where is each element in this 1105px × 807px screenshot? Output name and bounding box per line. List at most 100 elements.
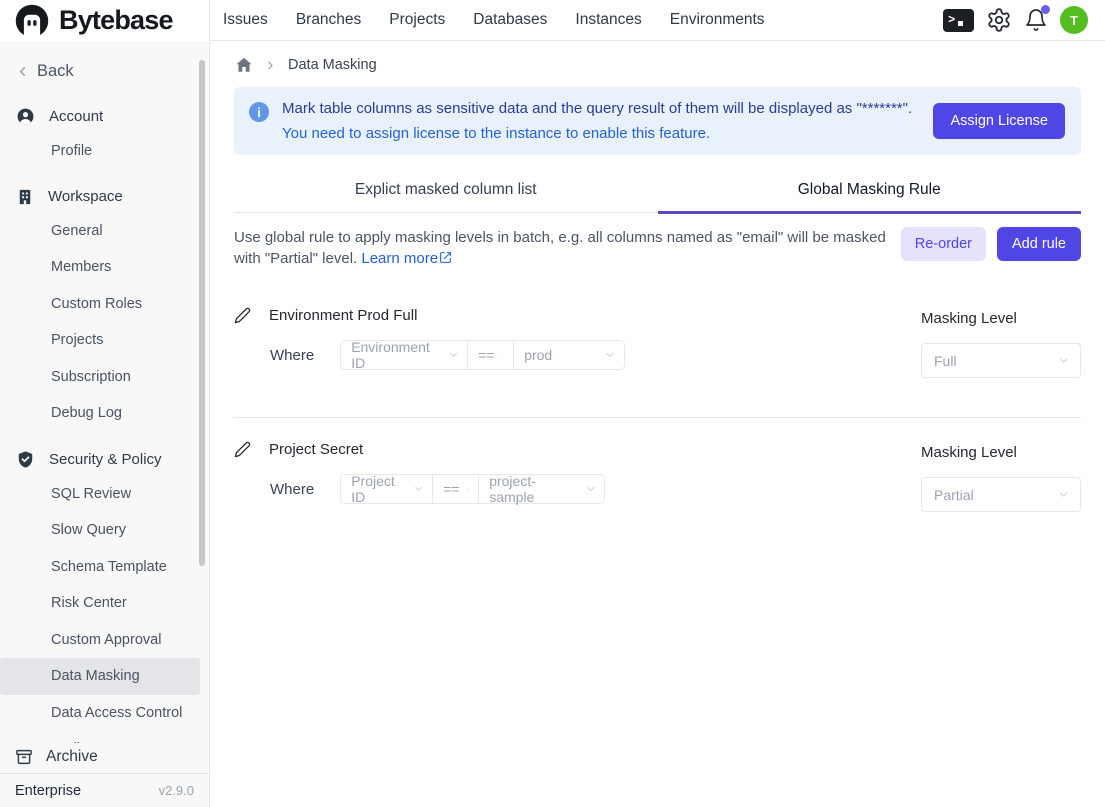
nav-databases[interactable]: Databases: [473, 11, 547, 29]
home-icon[interactable]: [235, 56, 253, 74]
avatar[interactable]: T: [1060, 6, 1088, 34]
sidebar-nav: Account Profile Workspace General Member…: [0, 87, 209, 743]
sidebar-section-security-policy: Security & Policy: [0, 443, 209, 476]
chevron-down-icon: [466, 483, 471, 495]
top-nav-links: Issues Branches Projects Databases Insta…: [223, 11, 765, 29]
reorder-button[interactable]: Re-order: [901, 227, 986, 261]
condition-group: Environment ID == prod: [340, 340, 625, 370]
masking-level-label: Masking Level: [921, 307, 1081, 327]
masking-level-label: Masking Level: [921, 441, 1081, 461]
page-content: Data Masking i Mark table columns as sen…: [210, 41, 1105, 807]
sidebar: Bytebase Back Account Profile Workspace: [0, 0, 210, 807]
sidebar-item-sql-review[interactable]: SQL Review: [0, 476, 200, 513]
condition-value-select[interactable]: prod: [513, 340, 625, 370]
back-label: Back: [37, 62, 74, 81]
sidebar-item-archive[interactable]: Archive: [0, 743, 209, 773]
nav-issues[interactable]: Issues: [223, 11, 268, 29]
learn-more-link[interactable]: Learn more: [361, 250, 452, 267]
nav-environments[interactable]: Environments: [670, 11, 765, 29]
masking-level-select[interactable]: Full: [921, 343, 1081, 378]
chevron-down-icon: [448, 349, 459, 361]
nav-instances[interactable]: Instances: [575, 11, 641, 29]
condition-operator-select[interactable]: ==: [467, 340, 514, 370]
chevron-down-icon: [604, 349, 616, 361]
pencil-icon[interactable]: [234, 441, 251, 458]
sidebar-item-audit-log[interactable]: Audit Log: [0, 731, 200, 743]
tab-global-masking-rule[interactable]: Global Masking Rule: [658, 169, 1082, 212]
rule-left: Project Secret Where Project ID ==: [234, 441, 605, 512]
section-label: Workspace: [48, 188, 123, 205]
chevron-left-icon: [15, 64, 30, 79]
sidebar-footer: Enterprise v2.9.0: [0, 773, 209, 807]
sidebar-item-data-masking[interactable]: Data Masking: [0, 658, 200, 695]
sidebar-item-profile[interactable]: Profile: [0, 133, 200, 170]
where-label: Where: [270, 481, 314, 498]
chevron-right-icon: [264, 59, 277, 72]
pencil-icon[interactable]: [234, 307, 251, 324]
condition-value-select[interactable]: project-sample: [478, 474, 605, 504]
bell-icon[interactable]: [1024, 8, 1048, 32]
sql-editor-icon[interactable]: >: [943, 9, 974, 32]
tab-bar: Explict masked column list Global Maskin…: [234, 169, 1081, 213]
condition-operator-select[interactable]: ==: [432, 474, 479, 504]
masking-rule-card: Project Secret Where Project ID ==: [234, 441, 1081, 512]
chevron-down-icon: [1057, 488, 1070, 501]
sidebar-section-workspace: Workspace: [0, 181, 209, 213]
main-column: Issues Branches Projects Databases Insta…: [210, 0, 1105, 807]
building-icon: [16, 188, 34, 206]
rule-left: Environment Prod Full Where Environment …: [234, 307, 625, 378]
nav-branches[interactable]: Branches: [296, 11, 361, 29]
sidebar-section-account: Account: [0, 100, 209, 133]
back-button[interactable]: Back: [0, 41, 209, 87]
gear-icon[interactable]: [986, 7, 1012, 33]
rule-title: Project Secret: [269, 441, 363, 458]
sidebar-item-members[interactable]: Members: [0, 249, 200, 286]
sidebar-item-projects[interactable]: Projects: [0, 322, 200, 359]
sidebar-item-schema-template[interactable]: Schema Template: [0, 549, 200, 586]
info-icon: i: [249, 102, 269, 122]
brand-name: Bytebase: [59, 5, 173, 36]
user-icon: [16, 107, 35, 126]
banner-note-link[interactable]: You need to assign license to the instan…: [282, 125, 920, 142]
condition-group: Project ID == project-sample: [340, 474, 605, 504]
shield-check-icon: [16, 450, 35, 469]
sidebar-item-custom-roles[interactable]: Custom Roles: [0, 286, 200, 323]
condition-factor-select[interactable]: Project ID: [340, 474, 433, 504]
sidebar-item-custom-approval[interactable]: Custom Approval: [0, 622, 200, 659]
banner-text: Mark table columns as sensitive data and…: [282, 100, 920, 142]
sidebar-item-data-access-control[interactable]: Data Access Control: [0, 695, 200, 732]
nav-projects[interactable]: Projects: [389, 11, 445, 29]
breadcrumb: Data Masking: [234, 41, 1081, 87]
masking-level-select[interactable]: Partial: [921, 477, 1081, 512]
assign-license-button[interactable]: Assign License: [933, 103, 1065, 139]
app-window: Bytebase Back Account Profile Workspace: [0, 0, 1105, 807]
condition-factor-select[interactable]: Environment ID: [340, 340, 468, 370]
tab-explict-masked-column-list[interactable]: Explict masked column list: [234, 169, 658, 212]
version-label: v2.9.0: [159, 783, 194, 798]
sidebar-item-subscription[interactable]: Subscription: [0, 359, 200, 396]
breadcrumb-current: Data Masking: [288, 57, 377, 73]
rule-title: Environment Prod Full: [269, 307, 417, 324]
sidebar-scrollbar[interactable]: [199, 60, 205, 566]
where-label: Where: [270, 347, 314, 364]
sidebar-item-general[interactable]: General: [0, 213, 200, 250]
rule-right: Masking Level Full: [921, 307, 1081, 378]
rule-actions: Re-order Add rule: [901, 227, 1081, 261]
external-link-icon: [439, 249, 452, 270]
plan-label: Enterprise: [15, 783, 81, 799]
section-label: Account: [49, 108, 103, 125]
rule-right: Masking Level Partial: [921, 441, 1081, 512]
archive-icon: [15, 748, 33, 766]
sidebar-item-slow-query[interactable]: Slow Query: [0, 512, 200, 549]
chevron-down-icon: [585, 483, 597, 495]
archive-label: Archive: [46, 748, 98, 766]
section-label: Security & Policy: [49, 451, 162, 468]
add-rule-button[interactable]: Add rule: [997, 227, 1081, 261]
sidebar-item-debug-log[interactable]: Debug Log: [0, 395, 200, 432]
logo[interactable]: Bytebase: [0, 0, 209, 41]
banner-message: Mark table columns as sensitive data and…: [282, 100, 920, 117]
sidebar-item-risk-center[interactable]: Risk Center: [0, 585, 200, 622]
chevron-down-icon: [501, 349, 506, 361]
license-banner: i Mark table columns as sensitive data a…: [234, 87, 1081, 155]
chevron-down-icon: [413, 483, 424, 495]
